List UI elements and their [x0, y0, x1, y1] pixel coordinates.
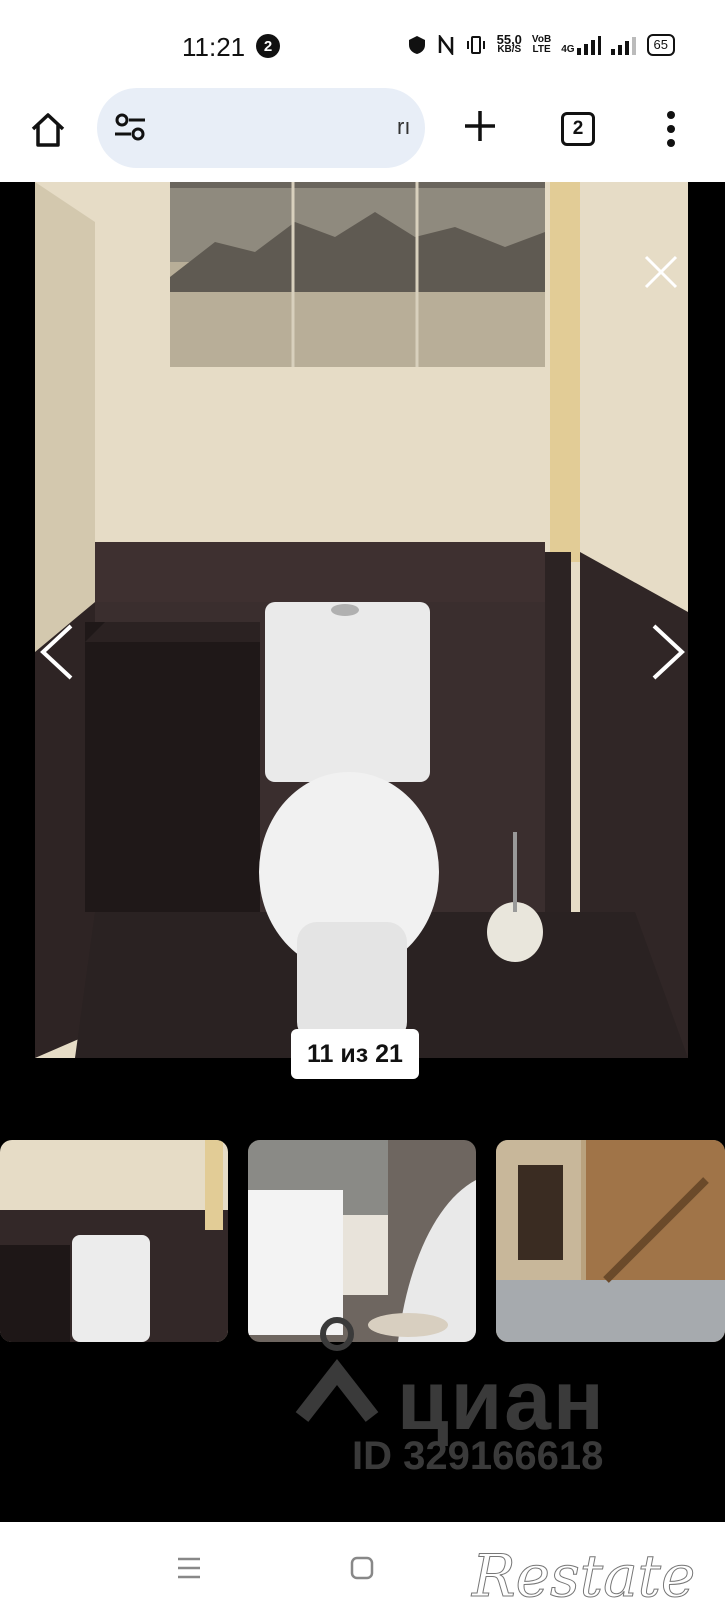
status-bar: 11:21 2 55,0 KB/S VoB LTE 4G 65 — [0, 0, 725, 92]
home-icon[interactable] — [28, 110, 68, 150]
cian-logo-icon — [295, 1317, 379, 1422]
close-icon[interactable] — [643, 254, 679, 290]
tab-switcher-button[interactable]: 2 — [561, 112, 595, 146]
more-menu-icon[interactable] — [666, 110, 676, 148]
volte-indicator: VoB LTE — [531, 34, 552, 55]
battery-indicator: 65 — [646, 34, 675, 56]
cian-listing-id: ID 329166618 — [352, 1434, 604, 1478]
restate-watermark: Restate — [471, 1542, 696, 1611]
vpn-icon — [408, 36, 425, 54]
signal-bars-icon — [576, 36, 601, 55]
vibrate-icon — [466, 36, 485, 54]
thumbnail-1[interactable] — [0, 1140, 228, 1342]
signal-4g: 4G — [561, 35, 601, 55]
previous-photo-icon[interactable] — [37, 622, 77, 682]
navigation-bar: Restate — [0, 1522, 725, 1612]
notification-badge: 2 — [256, 34, 280, 58]
new-tab-icon[interactable] — [462, 108, 498, 144]
main-photo — [35, 182, 688, 1058]
nfc-icon — [438, 35, 453, 55]
recents-icon[interactable] — [176, 1556, 202, 1580]
home-nav-icon[interactable] — [350, 1556, 374, 1580]
status-time: 11:21 — [182, 32, 246, 62]
network-speed: 55,0 KB/S — [496, 32, 522, 55]
url-bar[interactable]: rı — [97, 88, 425, 168]
thumbnail-3[interactable] — [496, 1140, 725, 1342]
status-icons: 55,0 KB/S VoB LTE 4G 65 — [407, 32, 675, 56]
url-text[interactable]: rı — [397, 114, 410, 140]
signal-bars-sim2-icon — [610, 37, 636, 55]
site-settings-icon[interactable] — [113, 110, 147, 144]
next-photo-icon[interactable] — [648, 622, 688, 682]
photo-counter: 11 из 21 — [291, 1029, 419, 1079]
